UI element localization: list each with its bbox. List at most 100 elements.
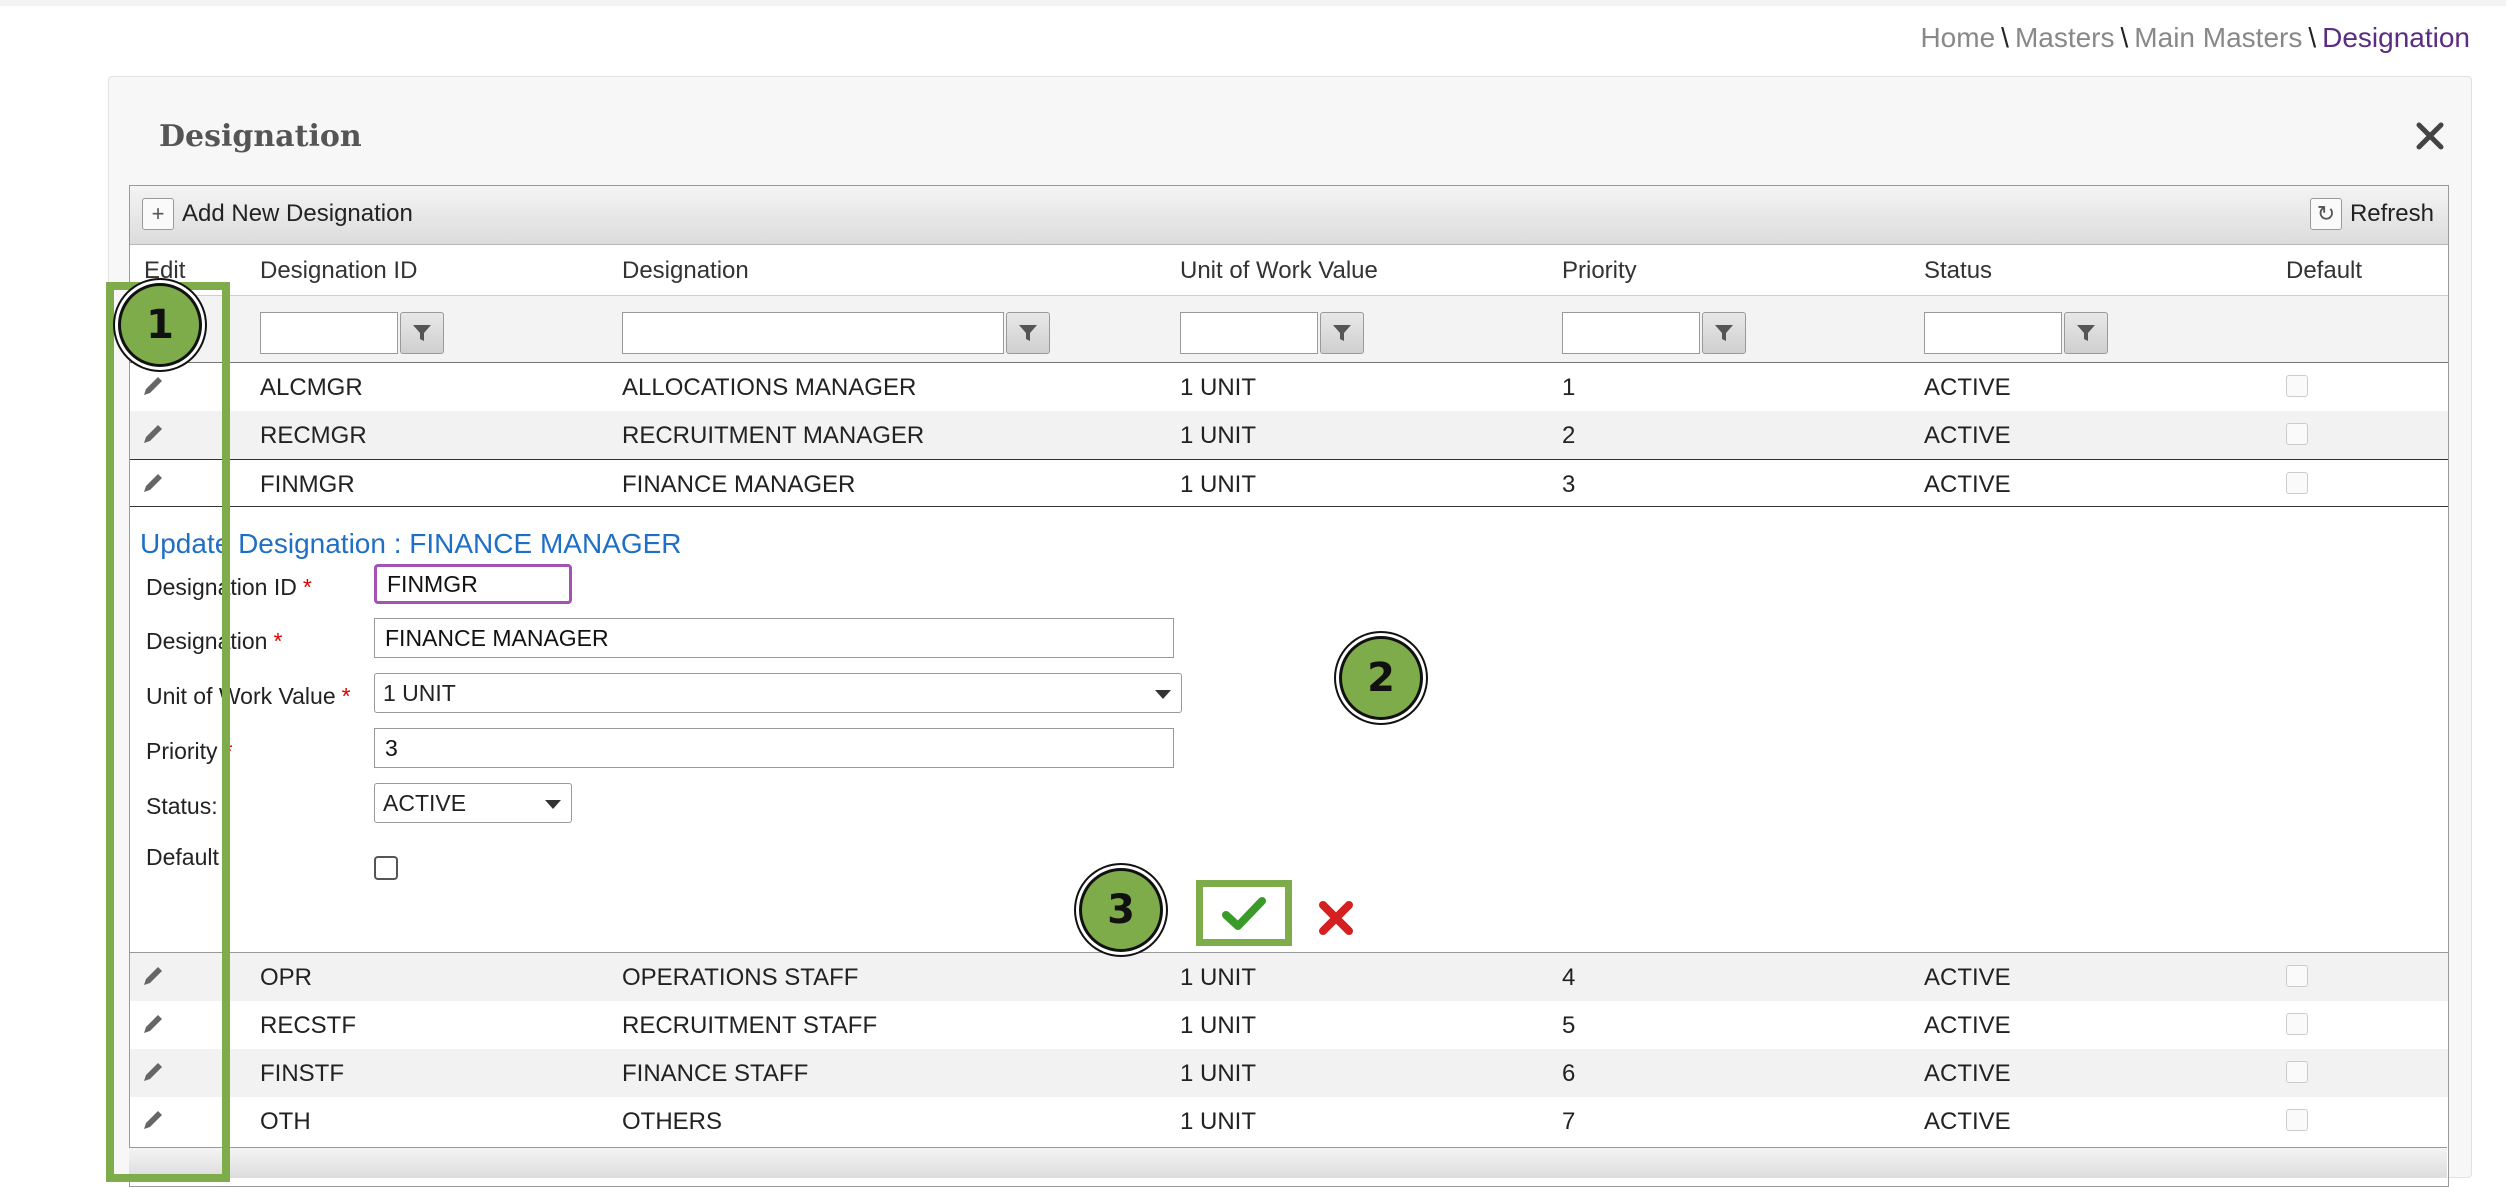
filter-designation-input[interactable]	[622, 312, 1004, 354]
cell-designation-id: ALCMGR	[260, 374, 363, 401]
cell-designation: FINANCE STAFF	[622, 1060, 809, 1087]
cell-designation-id: FINMGR	[260, 471, 355, 498]
cell-unit: 1 UNIT	[1180, 1060, 1257, 1087]
cell-designation: OPERATIONS STAFF	[622, 964, 859, 991]
filter-unit-input[interactable]	[1180, 312, 1318, 354]
table-row[interactable]: RECSTF RECRUITMENT STAFF 1 UNIT 5 ACTIVE	[130, 1001, 2448, 1049]
column-header-designation-id[interactable]: Designation ID	[260, 257, 417, 285]
refresh-icon: ↻	[2309, 198, 2342, 230]
refresh-button[interactable]: ↻ Refresh	[2309, 196, 2434, 232]
default-checkbox[interactable]	[2286, 423, 2308, 445]
cell-status: ACTIVE	[1924, 471, 2011, 498]
close-icon[interactable]	[2411, 117, 2449, 155]
breadcrumb-separator: \	[2308, 22, 2317, 53]
filter-status-input[interactable]	[1924, 312, 2062, 354]
table-row[interactable]: RECMGR RECRUITMENT MANAGER 1 UNIT 2 ACTI…	[130, 411, 2448, 459]
add-new-designation-label: Add New Designation	[182, 200, 413, 227]
table-row-selected[interactable]: FINMGR FINANCE MANAGER 1 UNIT 3 ACTIVE	[130, 459, 2448, 507]
default-checkbox[interactable]	[2286, 1109, 2308, 1131]
grid-footer-toolbar	[129, 1147, 2447, 1178]
filter-row	[130, 296, 2448, 363]
column-header-edit: Edit	[144, 257, 186, 284]
unit-of-work-value-select[interactable]: 1 UNIT	[374, 673, 1182, 713]
table-row[interactable]: OTH OTHERS 1 UNIT 7 ACTIVE	[130, 1097, 2448, 1145]
save-button[interactable]	[1196, 880, 1292, 946]
column-header-priority[interactable]: Priority	[1562, 257, 1637, 285]
filter-icon[interactable]	[1702, 312, 1746, 354]
default-checkbox[interactable]	[374, 856, 398, 880]
panel-title: Designation	[159, 119, 362, 154]
cell-designation-id: OPR	[260, 964, 313, 991]
designation-id-input[interactable]	[374, 564, 572, 604]
cell-priority: 4	[1562, 964, 1576, 991]
cell-unit: 1 UNIT	[1180, 374, 1257, 401]
unit-of-work-value-selected: 1 UNIT	[383, 679, 456, 706]
cell-priority: 2	[1562, 422, 1576, 449]
cell-priority: 6	[1562, 1060, 1576, 1087]
designation-input[interactable]	[374, 618, 1174, 658]
cell-status: ACTIVE	[1924, 422, 2011, 449]
breadcrumb-masters[interactable]: Masters	[2015, 22, 2115, 53]
status-select[interactable]: ACTIVE	[374, 783, 572, 823]
cell-priority: 1	[1562, 374, 1576, 401]
breadcrumb-separator: \	[2120, 22, 2129, 53]
cell-designation: FINANCE MANAGER	[622, 471, 856, 498]
table-row[interactable]: OPR OPERATIONS STAFF 1 UNIT 4 ACTIVE	[130, 953, 2448, 1001]
refresh-label: Refresh	[2349, 200, 2434, 227]
table-row[interactable]: ALCMGR ALLOCATIONS MANAGER 1 UNIT 1 ACTI…	[130, 363, 2448, 411]
table-row[interactable]: FINSTF FINANCE STAFF 1 UNIT 6 ACTIVE	[130, 1049, 2448, 1097]
breadcrumb-home[interactable]: Home	[1920, 22, 1995, 53]
default-checkbox[interactable]	[2286, 472, 2308, 494]
plus-icon: +	[142, 198, 174, 230]
default-checkbox[interactable]	[2286, 375, 2308, 397]
breadcrumb-current: Designation	[2322, 22, 2470, 53]
filter-icon[interactable]	[2064, 312, 2108, 354]
annotation-badge-1: 1	[118, 283, 202, 367]
x-icon[interactable]	[1316, 898, 1356, 938]
cell-designation-id: RECMGR	[260, 422, 367, 449]
cell-status: ACTIVE	[1924, 374, 2011, 401]
cell-unit: 1 UNIT	[1180, 471, 1257, 498]
breadcrumb: Home \ Masters \ Main Masters \ Designation	[1920, 22, 2470, 54]
column-header-designation[interactable]: Designation	[622, 257, 749, 285]
priority-input[interactable]	[374, 728, 1174, 768]
cell-designation: RECRUITMENT MANAGER	[622, 422, 925, 449]
cell-designation: ALLOCATIONS MANAGER	[622, 374, 917, 401]
annotation-highlight-edit-column	[106, 282, 230, 1182]
cell-priority: 3	[1562, 471, 1576, 498]
column-header-unit-of-work-value[interactable]: Unit of Work Value	[1180, 257, 1378, 285]
column-header-default[interactable]: Default	[2286, 257, 2362, 285]
cell-designation-id: RECSTF	[260, 1012, 356, 1039]
cell-status: ACTIVE	[1924, 1012, 2011, 1039]
designation-grid: + Add New Designation ↻ Refresh Edit Des…	[129, 185, 2449, 1187]
filter-icon[interactable]	[400, 312, 444, 354]
filter-priority-input[interactable]	[1562, 312, 1700, 354]
breadcrumb-main-masters[interactable]: Main Masters	[2134, 22, 2302, 53]
cell-designation-id: OTH	[260, 1108, 311, 1135]
filter-icon[interactable]	[1320, 312, 1364, 354]
default-checkbox[interactable]	[2286, 965, 2308, 987]
cell-unit: 1 UNIT	[1180, 964, 1257, 991]
default-checkbox[interactable]	[2286, 1013, 2308, 1035]
cell-priority: 5	[1562, 1012, 1576, 1039]
cell-unit: 1 UNIT	[1180, 422, 1257, 449]
cell-designation: RECRUITMENT STAFF	[622, 1012, 878, 1039]
chevron-down-icon	[545, 800, 561, 809]
top-strip	[0, 0, 2506, 6]
column-header-status[interactable]: Status	[1924, 257, 1992, 285]
cell-unit: 1 UNIT	[1180, 1108, 1257, 1135]
grid-toolbar: + Add New Designation ↻ Refresh	[130, 186, 2448, 245]
cell-priority: 7	[1562, 1108, 1576, 1135]
cell-status: ACTIVE	[1924, 1060, 2011, 1087]
column-header-row: Edit Designation ID Designation Unit of …	[130, 245, 2448, 296]
cell-status: ACTIVE	[1924, 964, 2011, 991]
cell-designation: OTHERS	[622, 1108, 723, 1135]
status-selected: ACTIVE	[383, 789, 467, 816]
default-checkbox[interactable]	[2286, 1061, 2308, 1083]
filter-designation-id-input[interactable]	[260, 312, 398, 354]
designation-panel: Designation + Add New Designation ↻ Refr…	[108, 76, 2472, 1187]
cell-designation-id: FINSTF	[260, 1060, 344, 1087]
checkmark-icon	[1222, 897, 1266, 930]
filter-icon[interactable]	[1006, 312, 1050, 354]
add-new-designation-button[interactable]: + Add New Designation	[142, 196, 413, 232]
